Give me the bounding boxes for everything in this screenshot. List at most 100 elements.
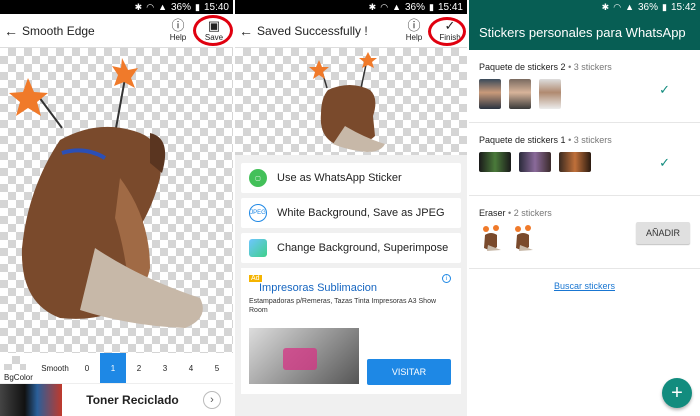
smooth-level-0[interactable]: 0 [74, 353, 100, 383]
highlight-circle [428, 17, 466, 46]
sticker-canvas[interactable] [0, 48, 233, 353]
option-label: Use as WhatsApp Sticker [277, 172, 402, 184]
battery-icon: ▮ [429, 1, 434, 12]
signal-icon: ▲ [392, 2, 401, 12]
smooth-controls: BgColor Smooth 0 1 2 3 4 5 [0, 353, 233, 383]
use-whatsapp-sticker-option[interactable]: ▢ Use as WhatsApp Sticker [241, 163, 461, 193]
bluetooth-icon: ✱ [134, 1, 143, 12]
toolbar: ← Smooth Edge ⓘ Help ▣ Save [0, 14, 233, 48]
save-jpeg-option[interactable]: JPEG White Background, Save as JPEG [241, 198, 461, 228]
back-arrow-icon[interactable]: ← [0, 23, 22, 39]
smooth-level-4[interactable]: 4 [178, 353, 204, 383]
superimpose-icon [249, 239, 267, 257]
sticker-pack-2[interactable]: Paquete de stickers 2 • 3 stickers ✓ [469, 50, 700, 123]
app-header: Stickers personales para WhatsApp [469, 14, 700, 50]
page-title: Smooth Edge [22, 23, 95, 38]
whatsapp-sticker-packs-screen: ✱ ◠ ▲ 36% ▮ 15:42 Stickers personales pa… [469, 0, 700, 416]
toolbar: ← Saved Successfully ! ⓘ Help ✓ Finish [235, 14, 467, 48]
clock: 15:40 [203, 1, 229, 13]
bgcolor-swatch [4, 356, 26, 370]
sticker-pack-eraser[interactable]: Eraser • 2 stickers AÑADIR [469, 196, 700, 269]
info-icon[interactable]: i [442, 274, 451, 283]
highlight-circle [193, 15, 233, 46]
sticker-thumbnail [519, 152, 551, 172]
chevron-right-icon[interactable]: › [203, 391, 221, 409]
pack-header: Eraser • 2 stickers [479, 208, 552, 218]
ad-badge: Ad [249, 275, 262, 282]
battery-level: 36% [171, 1, 192, 13]
sticker-thumbnail [509, 79, 531, 109]
wifi-icon: ◠ [146, 1, 155, 12]
clock: 15:41 [437, 1, 463, 13]
ad-image [0, 383, 62, 416]
option-label: White Background, Save as JPEG [277, 207, 445, 219]
ad-card[interactable]: Ad i Impresoras Sublimacion Estampadoras… [241, 268, 461, 394]
ad-banner[interactable]: Toner Reciclado › [0, 383, 233, 416]
visit-button[interactable]: VISITAR [367, 359, 451, 385]
wifi-icon: ◠ [613, 1, 622, 12]
whatsapp-sticker-icon: ▢ [249, 169, 267, 187]
options-list: ▢ Use as WhatsApp Sticker JPEG White Bac… [235, 155, 467, 394]
browse-stickers-link[interactable]: Buscar stickers [469, 281, 700, 291]
smooth-level-2[interactable]: 2 [126, 353, 152, 383]
ad-text: Toner Reciclado [86, 393, 179, 407]
signal-icon: ▲ [625, 2, 634, 12]
wifi-icon: ◠ [380, 1, 389, 12]
help-label: Help [405, 33, 423, 42]
clock: 15:42 [670, 1, 696, 13]
back-arrow-icon[interactable]: ← [235, 23, 257, 39]
sticker-thumbnail [479, 79, 501, 109]
pack-name: Eraser [479, 208, 506, 218]
bgcolor-button[interactable]: BgColor [0, 353, 36, 383]
status-bar: ✱ ◠ ▲ 36% ▮ 15:42 [469, 0, 700, 14]
added-check-icon: ✓ [659, 155, 670, 170]
dog-sticker-image [309, 52, 385, 152]
battery-icon: ▮ [662, 1, 667, 12]
add-pack-button[interactable]: AÑADIR [636, 222, 690, 244]
status-bar: ✱ ◠ ▲ 36% ▮ 15:41 [235, 0, 467, 14]
bluetooth-icon: ✱ [368, 1, 377, 12]
smooth-level-3[interactable]: 3 [152, 353, 178, 383]
dog-sticker-thumbnail [483, 225, 501, 251]
bgcolor-label: BgColor [4, 373, 33, 382]
ad-image [249, 328, 359, 384]
help-button[interactable]: ⓘ Help [399, 18, 429, 43]
sticker-preview [235, 48, 467, 155]
pack-count: 3 stickers [573, 62, 612, 72]
help-label: Help [169, 33, 187, 42]
change-background-option[interactable]: Change Background, Superimpose [241, 233, 461, 263]
signal-icon: ▲ [158, 2, 167, 12]
ad-title[interactable]: Impresoras Sublimacion [259, 282, 453, 294]
battery-level: 36% [405, 1, 426, 13]
option-label: Change Background, Superimpose [277, 242, 449, 254]
smooth-level-5[interactable]: 5 [204, 353, 230, 383]
battery-level: 36% [638, 1, 659, 13]
pack-header: Paquete de stickers 1 • 3 stickers [479, 135, 612, 145]
bluetooth-icon: ✱ [601, 1, 610, 12]
smooth-label: Smooth [41, 363, 69, 373]
saved-screen: ✱ ◠ ▲ 36% ▮ 15:41 ← Saved Successfully !… [235, 0, 467, 416]
pack-count: 3 stickers [573, 135, 612, 145]
help-icon: ⓘ [407, 18, 421, 33]
pack-header: Paquete de stickers 2 • 3 stickers [479, 62, 612, 72]
sticker-thumbnail [559, 152, 591, 172]
smooth-level-1[interactable]: 1 [100, 353, 126, 383]
pack-name: Paquete de stickers 1 [479, 135, 566, 145]
help-button[interactable]: ⓘ Help [163, 18, 193, 43]
add-fab-button[interactable]: + [662, 378, 692, 408]
sticker-thumbnail [479, 152, 511, 172]
smooth-edge-screen: ✱ ◠ ▲ 36% ▮ 15:40 ← Smooth Edge ⓘ Help ▣… [0, 0, 233, 416]
page-title: Saved Successfully ! [257, 23, 368, 38]
dog-sticker-thumbnail [515, 225, 533, 251]
sticker-thumbnail [539, 79, 561, 109]
status-bar: ✱ ◠ ▲ 36% ▮ 15:40 [0, 0, 233, 14]
battery-icon: ▮ [195, 1, 200, 12]
pack-name: Paquete de stickers 2 [479, 62, 566, 72]
pack-count: 2 stickers [513, 208, 552, 218]
help-icon: ⓘ [171, 18, 185, 33]
dog-sticker-image [9, 58, 203, 328]
ad-description: Estampadoras p/Remeras, Tazas Tinta Impr… [249, 298, 437, 314]
jpeg-icon: JPEG [249, 204, 267, 222]
added-check-icon: ✓ [659, 82, 670, 97]
sticker-pack-1[interactable]: Paquete de stickers 1 • 3 stickers ✓ [469, 123, 700, 196]
